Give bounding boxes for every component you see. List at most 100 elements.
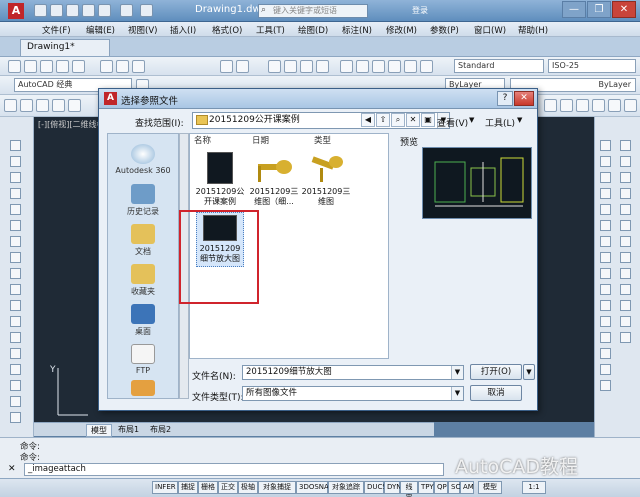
chamfer-tool-icon[interactable]	[600, 348, 611, 359]
toolbar-design-center-icon[interactable]	[356, 60, 369, 73]
break-tool-icon[interactable]	[600, 316, 611, 327]
toolbar-preview-icon[interactable]	[72, 60, 85, 73]
add-selected-icon[interactable]	[10, 380, 21, 391]
array-tool-icon[interactable]	[600, 204, 611, 215]
explode-tool-icon[interactable]	[600, 380, 611, 391]
arc-tool-icon[interactable]	[10, 188, 21, 199]
menu-tools[interactable]: 工具(T)	[256, 24, 285, 36]
toolbar-sheet-set-icon[interactable]	[388, 60, 401, 73]
autocad-logo-icon[interactable]: A	[8, 3, 24, 19]
status-dyn[interactable]: DYN	[384, 481, 402, 494]
toolbar-open-icon[interactable]	[24, 60, 37, 73]
cancel-button[interactable]: 取消	[470, 385, 522, 401]
menu-help[interactable]: 帮助(H)	[518, 24, 548, 36]
toolbar-dim-linear-icon[interactable]	[544, 99, 557, 112]
place-ftp[interactable]: FTP	[108, 344, 178, 375]
dim-style-select[interactable]: ISO-25	[548, 59, 636, 73]
menu-parametric[interactable]: 参数(P)	[430, 24, 459, 36]
region-tool-icon[interactable]	[10, 332, 21, 343]
toolbar-zoom-icon[interactable]	[284, 60, 297, 73]
menu-format[interactable]: 格式(O)	[212, 24, 242, 36]
toolbar-layer-icon[interactable]	[20, 99, 33, 112]
place-favorites[interactable]: 收藏夹	[108, 264, 178, 297]
toolbar-undo-icon[interactable]	[220, 60, 233, 73]
toolbar-match-icon[interactable]	[4, 99, 17, 112]
spline-tool-icon[interactable]	[10, 220, 21, 231]
status-ducs[interactable]: DUCS	[364, 481, 387, 494]
snap-node-icon[interactable]	[620, 284, 631, 295]
snap-settings-icon[interactable]	[620, 332, 631, 343]
up-folder-icon[interactable]: ⇧	[376, 113, 390, 127]
toolbar-layer-prev-icon[interactable]	[52, 99, 65, 112]
toolbar-layer-iso-icon[interactable]	[68, 99, 81, 112]
view-menu[interactable]: 查看(V)	[437, 116, 468, 129]
menu-insert[interactable]: 插入(I)	[170, 24, 196, 36]
save-icon[interactable]	[66, 4, 79, 17]
command-input[interactable]: _imageattach	[24, 463, 444, 476]
copy-tool-icon[interactable]	[600, 156, 611, 167]
status-infer[interactable]: INFER	[152, 481, 178, 494]
menu-file[interactable]: 文件(F)	[42, 24, 71, 36]
undo-icon[interactable]	[120, 4, 133, 17]
table-tool-icon[interactable]	[10, 348, 21, 359]
column-type[interactable]: 类型	[314, 134, 331, 146]
snap-quadrant-icon[interactable]	[620, 204, 631, 215]
status-lineweight[interactable]: 线宽	[400, 481, 418, 497]
tools-chevron-down-icon[interactable]: ▼	[517, 116, 522, 124]
offset-tool-icon[interactable]	[600, 188, 611, 199]
toolbar-dim-angle-icon[interactable]	[608, 99, 621, 112]
toolbar-new-icon[interactable]	[8, 60, 21, 73]
join-tool-icon[interactable]	[600, 332, 611, 343]
plot-icon[interactable]	[98, 4, 111, 17]
status-qp[interactable]: QP	[434, 481, 448, 494]
menu-window[interactable]: 窗口(W)	[474, 24, 506, 36]
dialog-close-button[interactable]: ✕	[514, 91, 534, 106]
search-input[interactable]: 键入关键字或短语	[258, 4, 368, 18]
place-history[interactable]: 历史记录	[108, 184, 178, 217]
text-style-select[interactable]: Standard	[454, 59, 544, 73]
toolbar-save-icon[interactable]	[40, 60, 53, 73]
file-name-chevron-down-icon[interactable]: ▼	[451, 366, 463, 379]
tab-drawing1[interactable]: Drawing1*	[20, 39, 110, 56]
view-chevron-down-icon[interactable]: ▼	[469, 116, 474, 124]
place-autodesk-360[interactable]: Autodesk 360	[108, 144, 178, 175]
new-folder-icon[interactable]: ▣	[421, 113, 435, 127]
status-snap[interactable]: 捕捉	[178, 481, 198, 494]
snap-insert-icon[interactable]	[620, 268, 631, 279]
status-polar[interactable]: 极轴	[238, 481, 258, 494]
snap-midpoint-icon[interactable]	[620, 156, 631, 167]
snap-perpendicular-icon[interactable]	[620, 236, 631, 247]
toolbar-copy-icon[interactable]	[116, 60, 129, 73]
text-tool-icon[interactable]	[10, 396, 21, 407]
toolbar-markup-icon[interactable]	[404, 60, 417, 73]
circle-tool-icon[interactable]	[10, 204, 21, 215]
close-window-button[interactable]: ✕	[612, 1, 636, 18]
status-am[interactable]: AM	[460, 481, 474, 494]
save-as-icon[interactable]	[82, 4, 95, 17]
file-item[interactable]: 20151209三维图（细...	[246, 152, 302, 207]
image-tool-icon[interactable]	[10, 412, 21, 423]
open-icon[interactable]	[50, 4, 63, 17]
help-button[interactable]: ?	[497, 91, 513, 106]
tools-menu[interactable]: 工具(L)	[485, 116, 515, 129]
login-button[interactable]: 登录	[412, 5, 428, 16]
insert-block-icon[interactable]	[10, 252, 21, 263]
status-osnap[interactable]: 对象捕捉	[258, 481, 296, 494]
mtext-tool-icon[interactable]	[10, 364, 21, 375]
column-date[interactable]: 日期	[252, 134, 269, 146]
status-3dosnap[interactable]: 3DOSNAP	[296, 481, 333, 494]
snap-center-icon[interactable]	[620, 188, 631, 199]
toolbar-zoom-previous-icon[interactable]	[316, 60, 329, 73]
menu-draw[interactable]: 绘图(D)	[298, 24, 328, 36]
move-tool-icon[interactable]	[600, 220, 611, 231]
minimize-button[interactable]: —	[562, 1, 586, 18]
menu-dimension[interactable]: 标注(N)	[342, 24, 372, 36]
toolbar-pan-icon[interactable]	[268, 60, 281, 73]
make-block-icon[interactable]	[10, 268, 21, 279]
toolbar-paste-icon[interactable]	[132, 60, 145, 73]
ellipse-tool-icon[interactable]	[10, 236, 21, 247]
extend-tool-icon[interactable]	[600, 300, 611, 311]
file-item[interactable]: 20151209三维图	[298, 152, 354, 207]
toolbar-layer-state-icon[interactable]	[36, 99, 49, 112]
tab-layout2[interactable]: 布局2	[146, 424, 175, 435]
